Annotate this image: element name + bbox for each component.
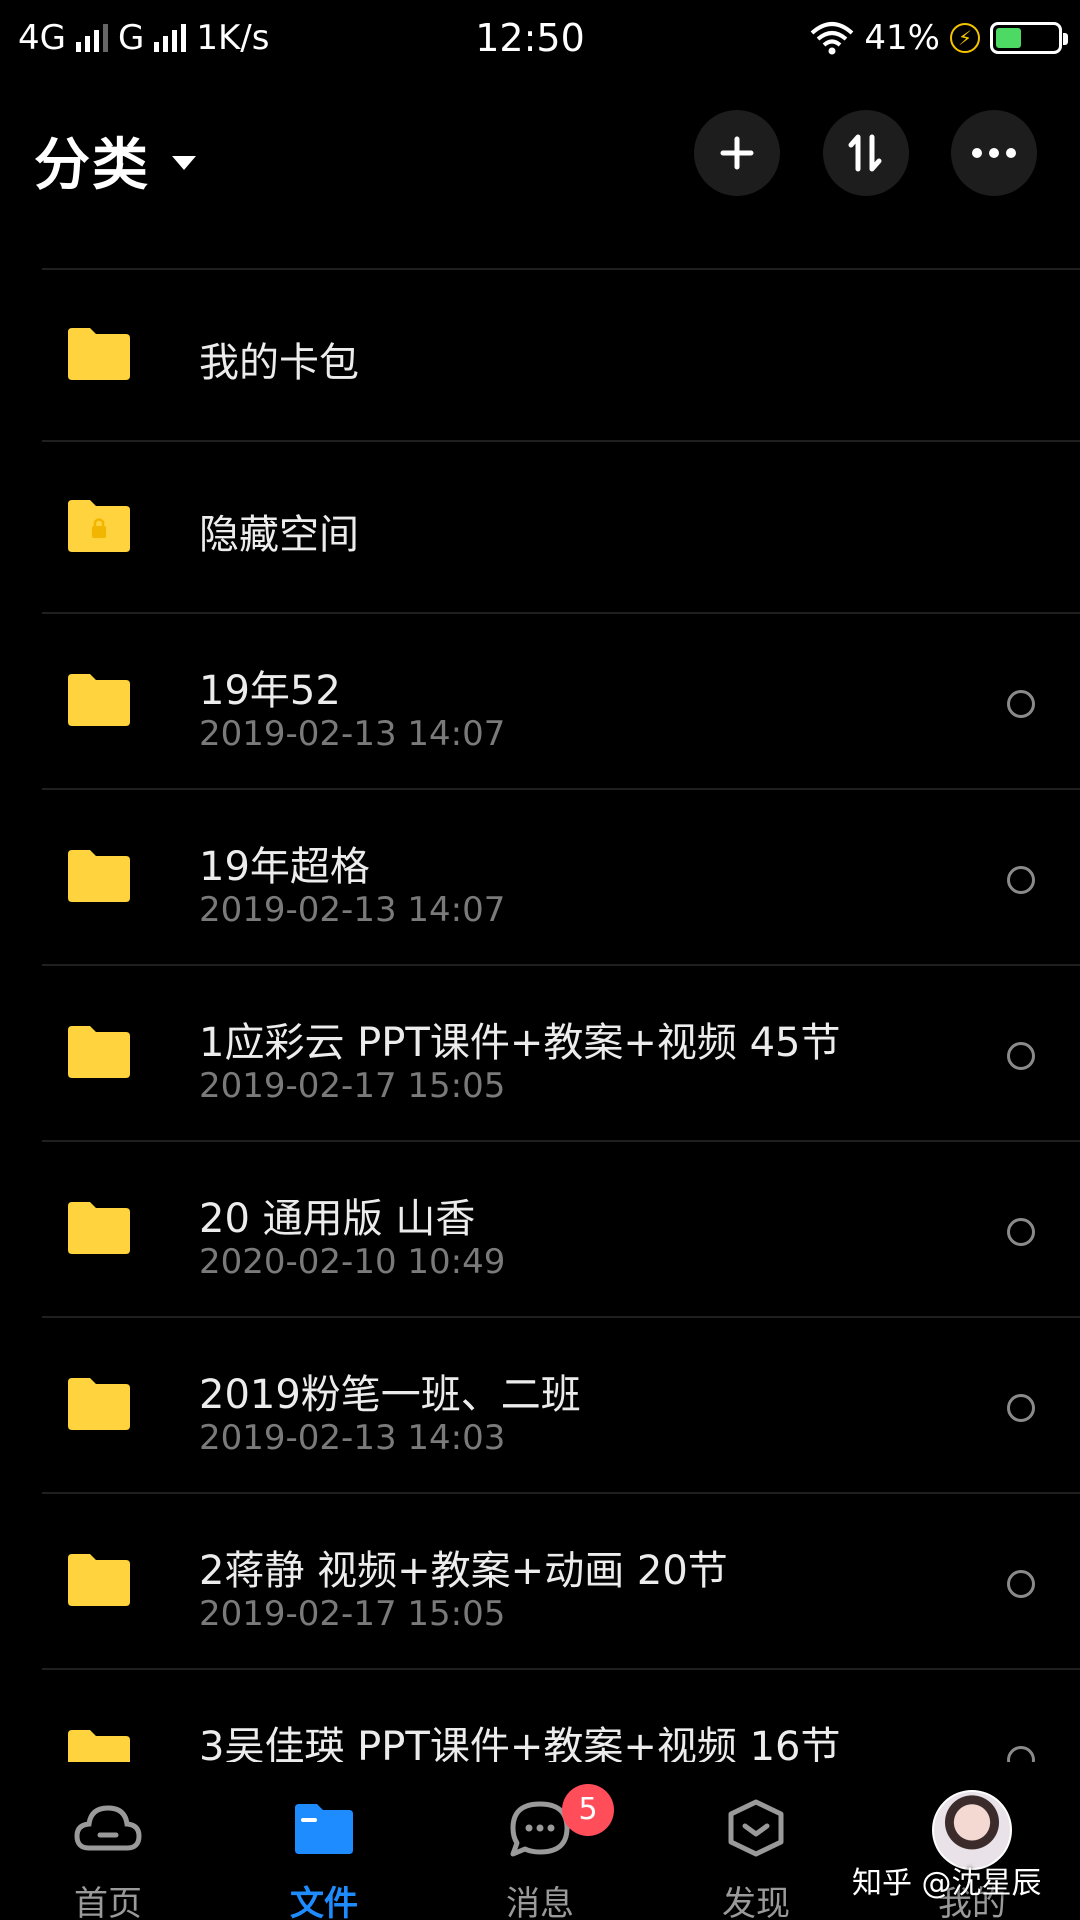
select-radio[interactable] <box>1007 1570 1035 1598</box>
signal-bars-icon <box>75 24 108 52</box>
list-item[interactable]: 19年52 2019-02-13 14:07 <box>42 612 1080 788</box>
list-item[interactable]: 2019粉笔一班、二班 2019-02-13 14:03 <box>42 1316 1080 1492</box>
list-item[interactable]: 隐藏空间 <box>42 440 1080 612</box>
network-speed: 1K/s <box>196 18 270 58</box>
tab-messages[interactable]: 5 消息 <box>432 1762 648 1920</box>
folder-icon <box>68 1554 130 1606</box>
item-date: 2019-02-13 14:03 <box>199 1418 506 1458</box>
folder-icon <box>68 1202 130 1254</box>
clock: 12:50 <box>475 16 585 60</box>
item-name: 1应彩云 PPT课件+教案+视频 45节 <box>199 1020 841 1066</box>
network-4g-label: 4G <box>18 18 66 58</box>
folder-icon <box>68 1026 130 1078</box>
signal-bars-icon <box>154 24 187 52</box>
more-icon <box>972 148 1016 158</box>
item-name: 2019粉笔一班、二班 <box>199 1372 581 1418</box>
select-radio[interactable] <box>1007 690 1035 718</box>
item-date: 2019-02-17 15:05 <box>199 1594 506 1634</box>
item-date: 2019-02-13 14:07 <box>199 714 506 754</box>
item-name: 19年超格 <box>199 844 370 890</box>
select-radio[interactable] <box>1007 1394 1035 1422</box>
select-radio[interactable] <box>1007 1042 1035 1070</box>
battery-icon <box>990 22 1068 54</box>
cloud-icon <box>74 1805 142 1851</box>
item-name: 隐藏空间 <box>199 512 359 558</box>
page-title: 分类 <box>34 133 150 198</box>
header: 分类 <box>0 100 1080 210</box>
wifi-icon <box>811 22 854 55</box>
list-item[interactable]: 19年超格 2019-02-13 14:07 <box>42 788 1080 964</box>
item-date: 2019-02-13 14:07 <box>199 890 506 930</box>
folder-icon <box>68 850 130 902</box>
bolt-icon: ⚡ <box>950 23 980 53</box>
select-radio[interactable] <box>1007 1218 1035 1246</box>
tab-files-label: 文件 <box>290 1884 358 1920</box>
list-item[interactable]: 我的卡包 <box>42 268 1080 440</box>
status-bar: 4G G 1K/s 12:50 41% ⚡ <box>0 0 1080 76</box>
item-name: 2蒋静 视频+教案+动画 20节 <box>199 1548 728 1594</box>
caret-down-icon <box>172 155 196 170</box>
item-name: 19年52 <box>199 668 341 714</box>
tab-home-label: 首页 <box>74 1884 142 1920</box>
locked-folder-icon <box>68 500 130 552</box>
list-item[interactable]: 20 通用版 山香 2020-02-10 10:49 <box>42 1140 1080 1316</box>
folder-icon <box>68 674 130 726</box>
item-name: 我的卡包 <box>199 340 359 386</box>
tab-files[interactable]: 文件 <box>216 1762 432 1920</box>
tab-discover[interactable]: 发现 <box>648 1762 864 1920</box>
list-item[interactable]: 1应彩云 PPT课件+教案+视频 45节 2019-02-17 15:05 <box>42 964 1080 1140</box>
sort-icon <box>848 134 882 172</box>
category-dropdown[interactable]: 分类 <box>34 120 196 201</box>
message-count-badge: 5 <box>562 1784 614 1836</box>
tab-messages-label: 消息 <box>506 1884 574 1920</box>
discover-icon <box>728 1799 784 1857</box>
item-date: 2019-02-17 15:05 <box>199 1066 506 1106</box>
tab-discover-label: 发现 <box>722 1884 790 1920</box>
watermark: 知乎 @沈星辰 <box>852 1866 1042 1901</box>
item-date: 2020-02-10 10:49 <box>199 1242 506 1282</box>
status-right: 41% ⚡ <box>742 18 1068 58</box>
folder-icon <box>68 1378 130 1430</box>
tab-home[interactable]: 首页 <box>0 1762 216 1920</box>
sort-button[interactable] <box>823 110 909 196</box>
file-list: 我的卡包 隐藏空间 19年52 2019-02-13 14:07 19年超格 2… <box>42 268 1080 1844</box>
plus-icon <box>720 136 754 170</box>
network-g-label: G <box>117 18 145 58</box>
list-item[interactable]: 2蒋静 视频+教案+动画 20节 2019-02-17 15:05 <box>42 1492 1080 1668</box>
folder-icon <box>68 328 130 380</box>
item-name: 20 通用版 山香 <box>199 1196 476 1242</box>
more-button[interactable] <box>951 110 1037 196</box>
add-button[interactable] <box>694 110 780 196</box>
select-radio[interactable] <box>1007 866 1035 894</box>
battery-percent: 41% <box>864 18 940 58</box>
battery-fill <box>996 28 1021 48</box>
folder-icon <box>295 1804 353 1854</box>
